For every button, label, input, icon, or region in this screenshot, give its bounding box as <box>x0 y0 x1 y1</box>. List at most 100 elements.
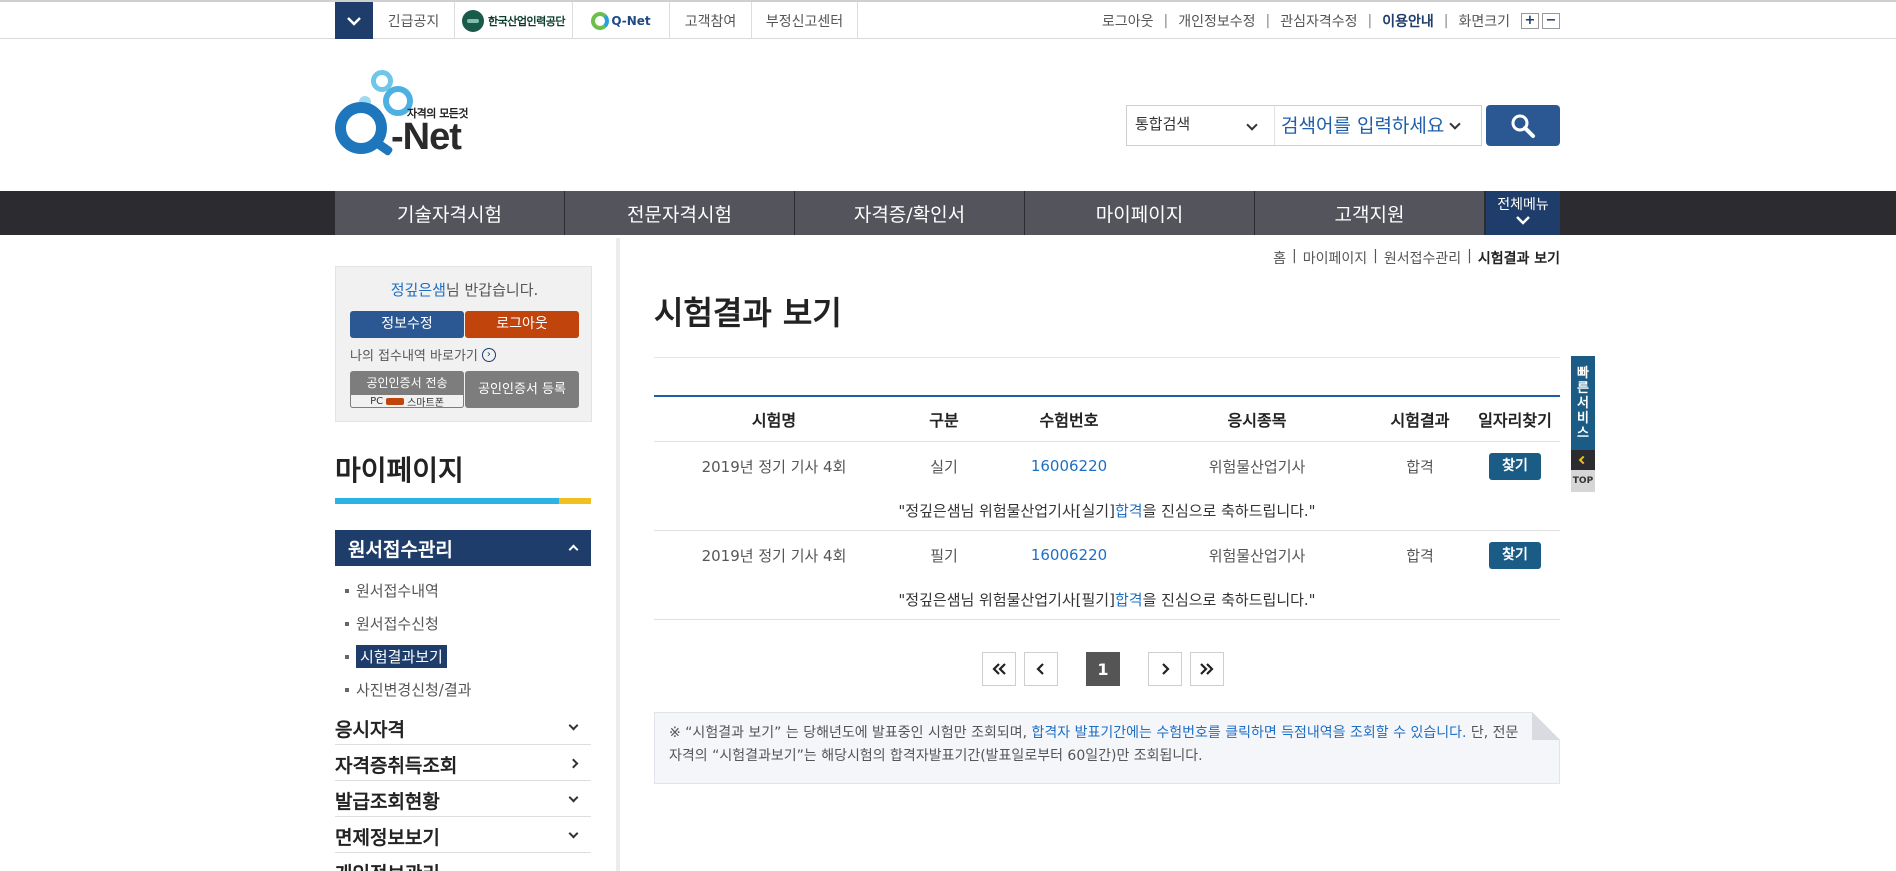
col-header-exam: 시험명 <box>751 411 797 430</box>
usage-guide-link[interactable]: 이용안내 <box>1382 11 1434 31</box>
cell-number-link[interactable]: 16006220 <box>994 546 1144 564</box>
congrats-highlight: 합격 <box>1114 501 1143 520</box>
breadcrumb: 홈 | 마이페이지 | 원서접수관리 | 시험결과 보기 <box>1273 248 1560 268</box>
customer-participation-link[interactable]: 고객참여 <box>670 2 752 39</box>
lnb-sub-item-active[interactable]: 시험결과보기 <box>345 640 585 673</box>
lnb-item-label: 자격증취득조회 <box>335 755 458 777</box>
breadcrumb-separator: | <box>1292 248 1297 264</box>
customer-participation-label: 고객참여 <box>684 13 737 30</box>
cell-job: 찾기 <box>1470 452 1560 480</box>
notice-highlight: 합격자 발표기간에는 수험번호를 클릭하면 득점내역을 조회할 수 있습니다. <box>1031 725 1467 741</box>
lnb-item-label: 면제정보보기 <box>335 827 440 849</box>
find-job-button[interactable]: 찾기 <box>1489 452 1541 480</box>
lnb-item-cert-inquiry[interactable]: 자격증취득조회 <box>335 745 591 781</box>
cell-exam: 2019년 정기 기사 4회 <box>701 457 847 476</box>
chevron-down-icon <box>347 16 361 26</box>
cell-type: 필기 <box>930 546 958 565</box>
chevron-down-icon <box>568 828 579 839</box>
zoom-out-button[interactable]: − <box>1542 12 1560 29</box>
qnet-mini-logo-link[interactable]: Q-Net <box>573 2 670 39</box>
lnb-sub-item[interactable]: 원서접수신청 <box>345 607 585 640</box>
lnb-item-eligibility[interactable]: 응시자격 <box>335 709 591 745</box>
first-page-button[interactable] <box>982 652 1016 686</box>
lnb-sub-item[interactable]: 사진변경신청/결과 <box>345 673 585 706</box>
logout-button[interactable]: 로그아웃 <box>465 311 579 338</box>
cert-transfer-button[interactable]: 공인인증서 전송 PC 스마트폰 <box>350 371 464 409</box>
my-application-link[interactable]: 나의 접수내역 바로가기 › <box>350 345 496 364</box>
arrow-right-icon <box>386 397 405 405</box>
page-number-current[interactable]: 1 <box>1086 652 1120 686</box>
find-job-button[interactable]: 찾기 <box>1489 541 1541 569</box>
table-row: 2019년 정기 기사 4회 실기 16006220 위험물산업기사 합격 찾기 <box>654 442 1560 490</box>
chevron-right-icon <box>568 758 579 769</box>
col-header-subject: 응시종목 <box>1227 411 1287 430</box>
page: 긴급공지 한국산업인력공단 Q-Net 고객참여 부정신고센터 로그아웃 | 개… <box>0 0 1896 871</box>
congrats-message: "정깊은샘님 위험물산업기사[실기] 합격 을 진심으로 축하드립니다." <box>654 490 1560 531</box>
last-page-button[interactable] <box>1190 652 1224 686</box>
col-header-type: 구분 <box>929 411 959 430</box>
edit-profile-link[interactable]: 개인정보수정 <box>1178 11 1255 31</box>
congrats-text: 을 진심으로 축하드립니다." <box>1142 590 1316 609</box>
logout-link[interactable]: 로그아웃 <box>1102 11 1154 31</box>
utility-bar-inner: 긴급공지 한국산업인력공단 Q-Net 고객참여 부정신고센터 로그아웃 | 개… <box>335 2 1560 39</box>
lnb-sub-list: 원서접수내역 원서접수신청 시험결과보기 사진변경신청/결과 <box>345 574 585 706</box>
lnb-item-exemption[interactable]: 면제정보보기 <box>335 817 591 853</box>
edit-info-button[interactable]: 정보수정 <box>350 311 464 338</box>
my-application-label: 나의 접수내역 바로가기 <box>350 349 478 364</box>
lnb-item-issue-status[interactable]: 발급조회현황 <box>335 781 591 817</box>
gnb-item-support[interactable]: 고객지원 <box>1255 191 1485 235</box>
gnb-item-mypage[interactable]: 마이페이지 <box>1025 191 1255 235</box>
bullet <box>345 687 349 692</box>
prev-page-icon <box>1036 663 1044 675</box>
next-page-icon <box>1162 663 1170 675</box>
cell-number-link[interactable]: 16006220 <box>994 457 1144 475</box>
utility-bar: 긴급공지 한국산업인력공단 Q-Net 고객참여 부정신고센터 로그아웃 | 개… <box>0 0 1896 39</box>
gnb-item-pro-cert[interactable]: 전문자격시험 <box>565 191 795 235</box>
lnb-item-label: 발급조회현황 <box>335 791 440 813</box>
bullet <box>345 654 349 659</box>
next-page-button[interactable] <box>1148 652 1182 686</box>
cell-result: 합격 <box>1406 457 1434 476</box>
lnb-sub-item-label: 사진변경신청/결과 <box>356 681 472 699</box>
qnet-logo[interactable]: 자격의 모든것 -Net <box>333 66 473 162</box>
emergency-notice-link[interactable]: 긴급공지 <box>373 2 455 39</box>
lnb-sub-item[interactable]: 원서접수내역 <box>345 574 585 607</box>
lnb-item-personal-info[interactable]: 개인정보관리 <box>335 853 591 871</box>
quick-service-label: 빠른서비스 <box>1577 366 1589 441</box>
zoom-in-button[interactable]: + <box>1521 12 1539 29</box>
first-page-icon <box>992 663 1006 675</box>
page-fold-decoration <box>1532 712 1560 740</box>
quick-service-toggle[interactable] <box>1571 450 1595 470</box>
top-button[interactable]: TOP <box>1571 470 1595 492</box>
breadcrumb-mypage[interactable]: 마이페이지 <box>1303 248 1367 268</box>
prev-page-button[interactable] <box>1024 652 1058 686</box>
notice-box: ※ “시험결과 보기” 는 당해년도에 발표중인 시험만 조회되며, 합격자 발… <box>654 712 1560 784</box>
fraud-report-link[interactable]: 부정신고센터 <box>752 2 858 39</box>
breadcrumb-home[interactable]: 홈 <box>1273 248 1286 268</box>
utility-toggle-button[interactable] <box>335 2 373 39</box>
column-divider <box>616 238 620 871</box>
hrdk-logo-link[interactable]: 한국산업인력공단 <box>455 2 573 39</box>
all-menu-button[interactable]: 전체메뉴 <box>1486 191 1560 235</box>
fraud-report-label: 부정신고센터 <box>765 13 844 30</box>
search-button[interactable] <box>1486 105 1560 146</box>
congrats-highlight: 합격 <box>1114 590 1143 609</box>
quick-service-button[interactable]: 빠른서비스 <box>1571 356 1595 450</box>
breadcrumb-application[interactable]: 원서접수관리 <box>1384 248 1461 268</box>
pagination: 1 <box>982 652 1224 686</box>
interest-cert-link[interactable]: 관심자격수정 <box>1280 11 1357 31</box>
utility-links: 긴급공지 한국산업인력공단 Q-Net 고객참여 부정신고센터 <box>373 2 858 39</box>
gnb-item-tech-cert[interactable]: 기술자격시험 <box>335 191 565 235</box>
welcome-box: 정깊은샘님 반갑습니다. 정보수정 로그아웃 나의 접수내역 바로가기 › 공인… <box>335 266 592 422</box>
gnb-item-certificate[interactable]: 자격증/확인서 <box>795 191 1025 235</box>
cert-register-button[interactable]: 공인인증서 등록 <box>465 371 579 408</box>
lnb-section-application[interactable]: 원서접수관리 <box>335 530 591 566</box>
search-scope-select[interactable]: 통합검색 <box>1127 106 1275 145</box>
hrdk-logo-text: 한국산업인력공단 <box>488 14 565 28</box>
chevron-down-icon <box>1516 216 1530 225</box>
table-row: 2019년 정기 기사 4회 필기 16006220 위험물산업기사 합격 찾기 <box>654 531 1560 579</box>
lnb-sub-item-label: 원서접수내역 <box>356 582 439 600</box>
